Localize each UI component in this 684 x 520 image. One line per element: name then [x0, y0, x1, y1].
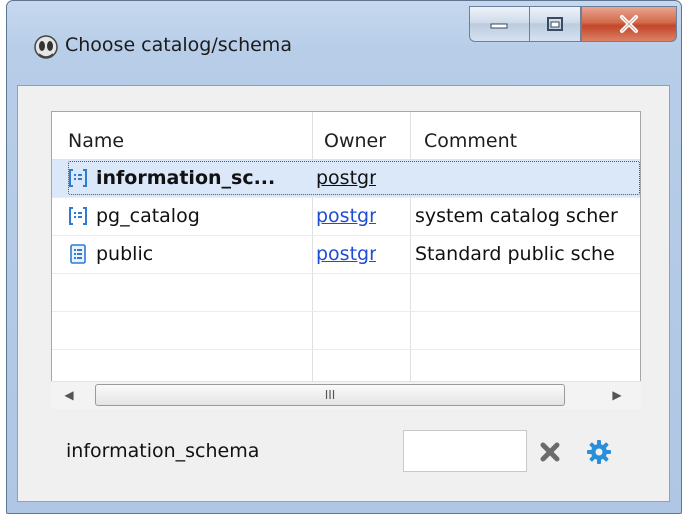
table-row[interactable]: public postgre: Standard public sche [52, 236, 640, 274]
horizontal-scrollbar[interactable]: ◀ III ▶ [51, 381, 641, 409]
row-comment [415, 160, 640, 197]
window-controls [469, 6, 677, 44]
close-x-icon[interactable] [539, 441, 561, 463]
column-header-owner[interactable]: Owner [324, 112, 386, 159]
maximize-button[interactable] [529, 6, 581, 42]
document-schema-icon [70, 244, 86, 264]
filter-input[interactable] [403, 430, 527, 472]
close-icon [620, 15, 638, 33]
gear-icon[interactable] [586, 439, 612, 465]
maximize-icon [547, 17, 563, 31]
window-title: Choose catalog/schema [65, 34, 292, 56]
row-name: public [96, 243, 154, 265]
table-row[interactable]: pg_catalog postgre: system catalog scher [52, 198, 640, 236]
selected-schema-label: information_schema [66, 440, 260, 462]
scroll-thumb[interactable]: III [95, 384, 565, 406]
minimize-button[interactable] [469, 6, 529, 42]
title-bar[interactable]: Choose catalog/schema [7, 1, 681, 85]
schema-icon [69, 207, 87, 225]
row-owner-link[interactable]: postgre: [316, 160, 376, 197]
table-row[interactable]: information_sc... postgre: [52, 160, 640, 198]
table-row [52, 274, 640, 312]
row-comment: system catalog scher [415, 205, 618, 227]
row-name: information_sc... [96, 167, 276, 189]
app-icon [34, 35, 58, 59]
table-row [52, 312, 640, 350]
scroll-right-arrow-icon[interactable]: ▶ [607, 385, 627, 405]
schema-table: Name Owner Comment information_sc... pos… [51, 111, 641, 402]
row-comment: Standard public sche [415, 243, 615, 265]
column-header-comment[interactable]: Comment [424, 112, 517, 159]
scroll-left-arrow-icon[interactable]: ◀ [59, 385, 79, 405]
row-name: pg_catalog [96, 205, 200, 227]
close-button[interactable] [581, 6, 677, 42]
schema-icon [69, 169, 87, 187]
table-header: Name Owner Comment [52, 112, 640, 160]
row-owner-link[interactable]: postgre: [316, 198, 376, 235]
minimize-icon [490, 23, 507, 29]
column-header-name[interactable]: Name [68, 112, 124, 159]
row-owner-link[interactable]: postgre: [316, 236, 376, 273]
